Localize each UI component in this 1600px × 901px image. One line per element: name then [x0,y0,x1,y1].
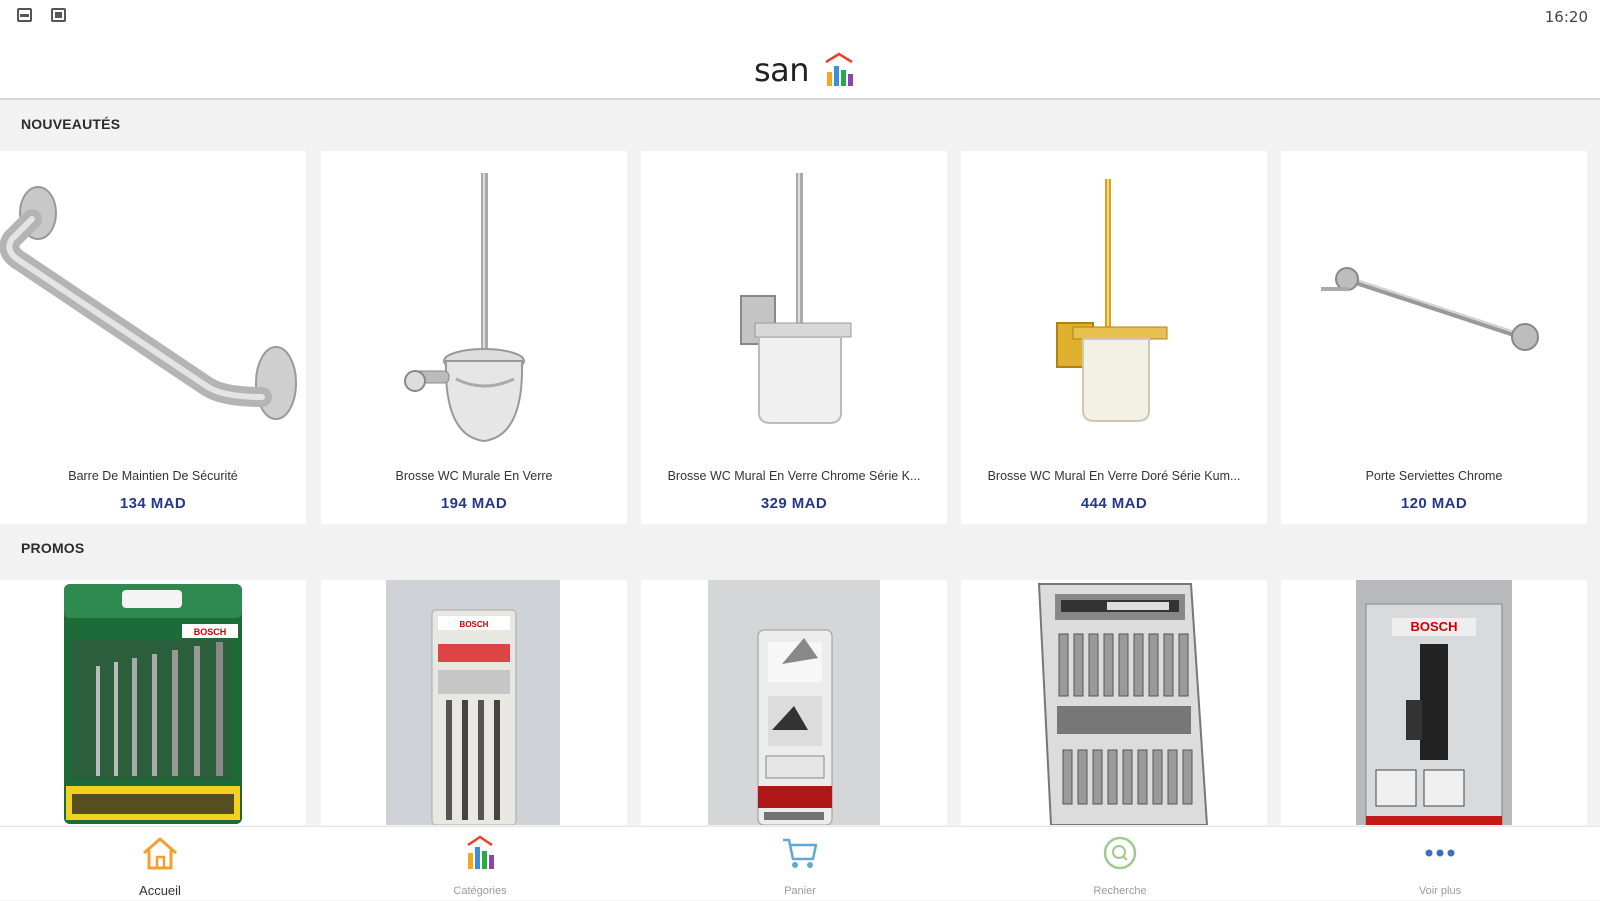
svg-text:BOSCH: BOSCH [460,620,489,629]
product-name: Barre De Maintien De Sécurité [68,469,238,483]
image-notification-icon [51,8,66,22]
product-image-jigsaw-blades: BOSCH [386,580,560,825]
section-promos-header: PROMOS [0,525,1600,571]
svg-text:BOSCH: BOSCH [194,627,227,637]
home-icon [143,837,177,870]
section-new-title: NOUVEAUTÉS [21,116,121,132]
product-name: Porte Serviettes Chrome [1365,469,1503,483]
product-card[interactable]: BOSCH [321,580,627,825]
search-icon [1103,836,1137,870]
product-price: 329 MAD [760,495,828,512]
app-header: san [0,32,1600,100]
nav-label: Voir plus [1418,885,1462,897]
nav-label: Recherche [1093,885,1147,897]
product-card[interactable]: BOSCH [0,580,306,825]
section-promos-title: PROMOS [21,540,85,556]
product-card[interactable]: Brosse WC Mural En Verre Doré Série Kum.… [961,151,1267,524]
cart-icon [783,838,818,868]
svg-text:BOSCH: BOSCH [1411,619,1458,634]
status-time: 16:20 [1544,8,1588,26]
new-products-row[interactable]: Barre De Maintien De Sécurité 134 MAD Br… [0,151,1600,524]
product-card[interactable]: BOSCH [1281,580,1587,825]
product-card[interactable]: Brosse WC Murale En Verre 194 MAD [321,151,627,524]
nav-item-categories[interactable]: Catégories [320,827,640,901]
product-price: 194 MAD [440,495,508,512]
logo-text: san [754,51,810,89]
product-name: Brosse WC Murale En Verre [395,469,553,483]
nav-item-cart[interactable]: Panier [640,827,960,901]
product-image-drill-bit-set: BOSCH [64,584,242,824]
product-price: 134 MAD [119,495,187,512]
nav-item-more[interactable]: Voir plus [1280,827,1600,901]
product-image-screwdriver-bit-set [1037,583,1209,825]
more-icon [1425,849,1455,857]
nav-item-search[interactable]: Recherche [960,827,1280,901]
product-image-towel-bar [1321,267,1539,351]
status-bar: 16:20 [0,0,1600,32]
product-card[interactable] [641,580,947,825]
product-image-toilet-brush-gold [1056,179,1168,422]
product-image-toilet-brush-chrome [404,173,525,443]
product-image-grab-bar [0,186,297,420]
product-image-toilet-brush-square [740,173,852,424]
nav-item-home[interactable]: Accueil [0,827,320,901]
nav-label: Panier [784,885,816,897]
logo-mark-icon [825,52,853,86]
product-name: Brosse WC Mural En Verre Chrome Série K.… [667,469,921,483]
product-card[interactable] [961,580,1267,825]
nav-label: Catégories [453,885,507,897]
product-card[interactable]: Porte Serviettes Chrome 120 MAD [1281,151,1587,524]
product-card[interactable]: Barre De Maintien De Sécurité 134 MAD [0,151,306,524]
bottom-nav: Accueil Catégories Panier Recherche Voir… [0,826,1600,900]
product-image-router-bit [708,580,880,825]
sanili-logo[interactable]: san [754,42,854,90]
categories-icon [467,835,494,869]
notification-icon [17,8,32,22]
product-price: 120 MAD [1400,495,1468,512]
nav-label: Accueil [139,883,181,898]
product-name: Brosse WC Mural En Verre Doré Série Kum.… [987,469,1241,483]
promo-products-row[interactable]: BOSCH BOSCH BOSCH [0,580,1600,825]
section-new-header: NOUVEAUTÉS [0,101,1600,147]
product-price: 444 MAD [1080,495,1148,512]
product-image-tool-attachment: BOSCH [1356,580,1512,825]
product-card[interactable]: Brosse WC Mural En Verre Chrome Série K.… [641,151,947,524]
